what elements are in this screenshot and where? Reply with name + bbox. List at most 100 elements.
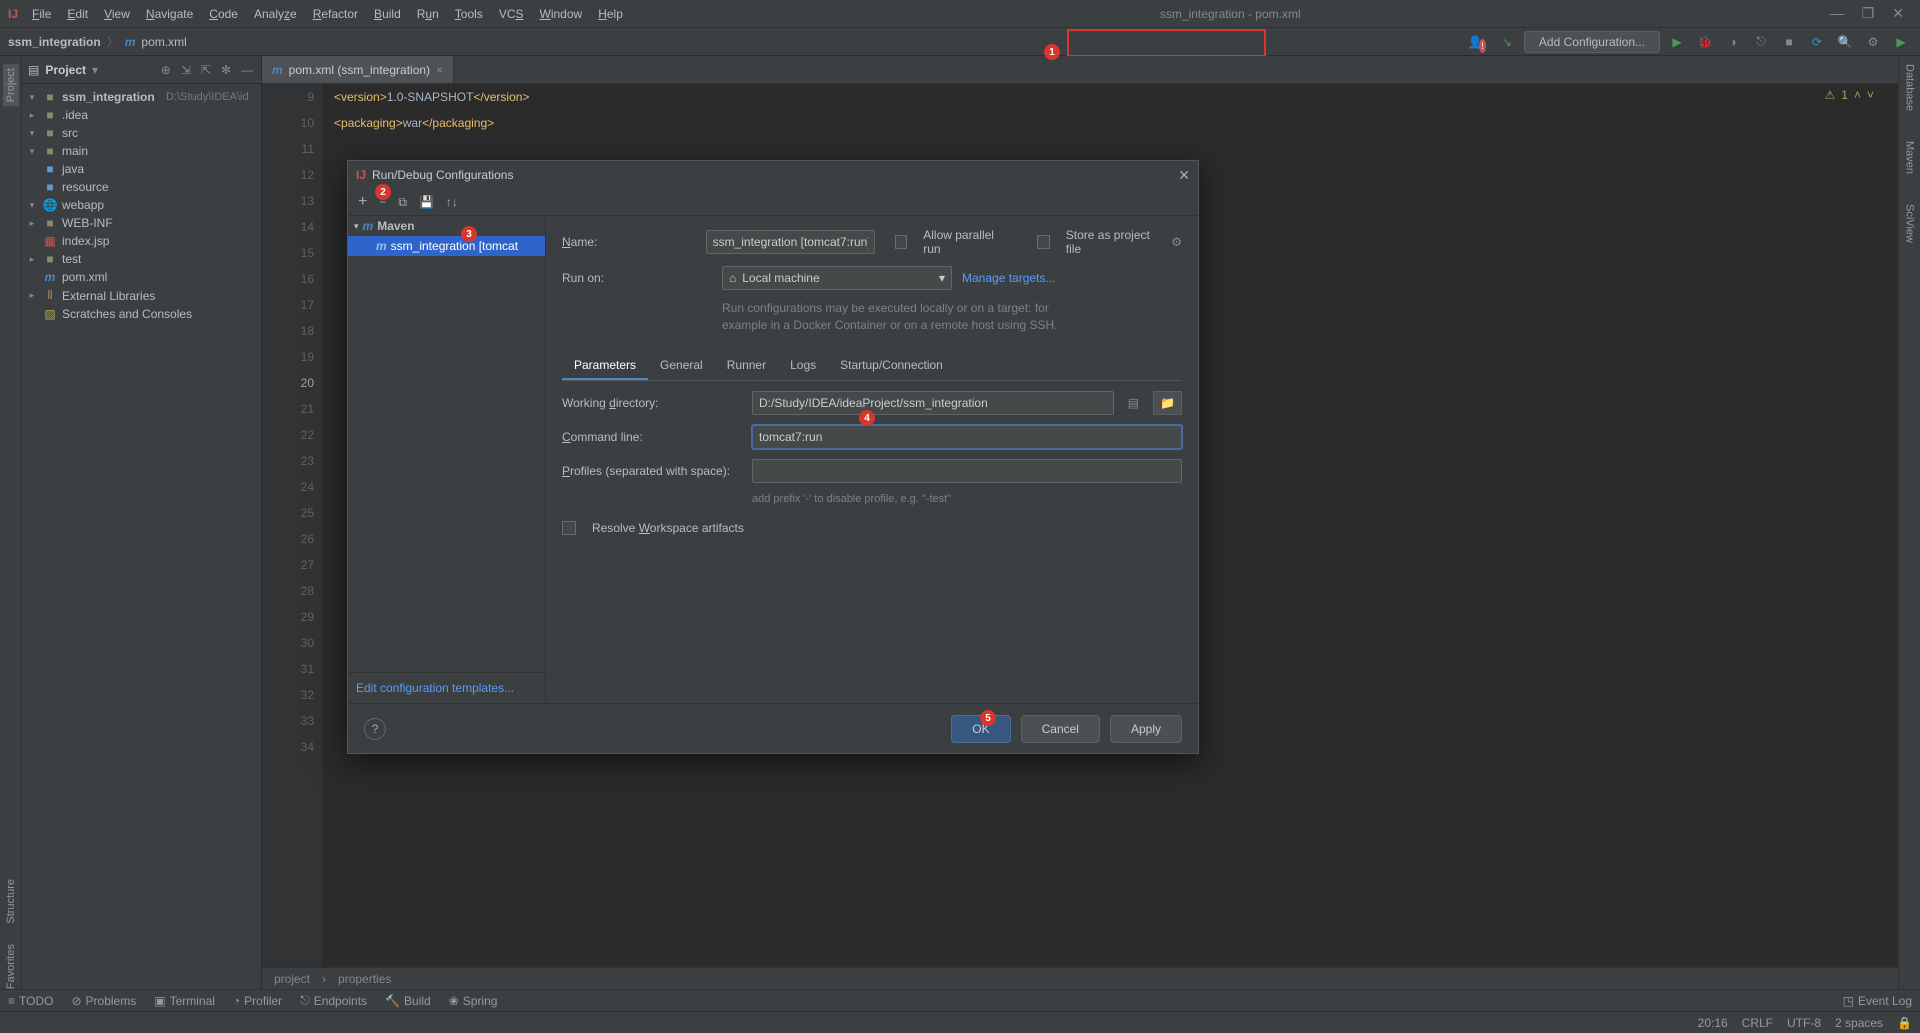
conf-item-selected[interactable]: mssm_integration [tomcat [348,236,545,256]
command-line-input[interactable] [752,425,1182,449]
help-icon[interactable]: ? [364,718,386,740]
execute-icon[interactable]: ▶ [1890,31,1912,53]
tree-root[interactable]: ▾■ssm_integration D:\Study\IDEA\id [22,88,261,106]
tree-java[interactable]: ■java [22,160,261,178]
coverage-icon[interactable]: ◑ [1722,31,1744,53]
menu-refactor[interactable]: Refactor [305,3,366,25]
menu-file[interactable]: File [24,3,59,25]
tool-sciview[interactable]: SciView [1904,204,1916,243]
run-icon[interactable]: ▶ [1666,31,1688,53]
chevron-down-icon[interactable]: ˅ [1867,88,1874,102]
stop-icon[interactable]: ■ [1778,31,1800,53]
tree-webapp[interactable]: ▾🌐webapp [22,196,261,214]
locate-icon[interactable]: ⊕ [159,61,173,79]
minimize-icon[interactable]: ― [1830,5,1844,22]
tree-main[interactable]: ▾■main [22,142,261,160]
tree-scratches[interactable]: ▧Scratches and Consoles [22,305,261,323]
manage-targets-link[interactable]: Manage targets... [962,271,1055,285]
run-on-select[interactable]: ⌂Local machine▾ [722,266,952,290]
allow-parallel-checkbox[interactable] [895,235,908,249]
tab-logs[interactable]: Logs [778,352,828,380]
tab-startup[interactable]: Startup/Connection [828,352,955,380]
maximize-icon[interactable]: ❐ [1862,5,1875,22]
bt-terminal[interactable]: ▣ Terminal [154,994,215,1008]
apply-button[interactable]: Apply [1110,715,1182,743]
tree-pom[interactable]: mpom.xml [22,268,261,286]
folder-browse-icon[interactable]: 📁 [1153,391,1182,415]
dialog-close-icon[interactable]: ✕ [1178,167,1190,184]
bt-eventlog[interactable]: ◳ Event Log [1843,994,1912,1008]
status-crlf[interactable]: CRLF [1742,1016,1773,1030]
close-tab-icon[interactable]: × [436,63,443,77]
profiles-input[interactable] [752,459,1182,483]
tab-runner[interactable]: Runner [715,352,778,380]
tree-src[interactable]: ▾■src [22,124,261,142]
tool-maven[interactable]: Maven [1904,141,1916,174]
tab-parameters[interactable]: Parameters [562,352,648,380]
breadcrumb-file[interactable]: pom.xml [141,35,186,49]
menu-tools[interactable]: Tools [447,3,491,25]
expand-icon[interactable]: ⇲ [179,61,193,79]
editor-tab-pom[interactable]: m pom.xml (ssm_integration) × [262,56,454,83]
menu-view[interactable]: View [96,3,138,25]
gear-icon[interactable]: ⚙ [1171,235,1182,249]
bt-build[interactable]: 🔨 Build [385,994,431,1008]
tree-idea[interactable]: ▸■.idea [22,106,261,124]
tree-webinf[interactable]: ▸■WEB-INF [22,214,261,232]
hide-icon[interactable]: ― [239,61,255,79]
project-panel-title[interactable]: Project [45,63,86,77]
editor-warnings[interactable]: ⚠1 ˄ ˅ [1825,88,1874,102]
tree-test[interactable]: ▸■test [22,250,261,268]
tree-external-libs[interactable]: ▸⫴External Libraries [22,286,261,305]
save-config-icon[interactable]: 💾 [417,193,436,211]
xml-crumb-2[interactable]: properties [338,972,391,986]
debug-icon[interactable]: 🐞 [1694,31,1716,53]
menu-vcs[interactable]: VCS [491,3,532,25]
status-indent[interactable]: 2 spaces [1835,1016,1883,1030]
close-icon[interactable]: ✕ [1892,5,1904,22]
breadcrumb-project[interactable]: ssm_integration [8,35,101,49]
menu-help[interactable]: Help [590,3,631,25]
bt-profiler[interactable]: ◔ Profiler [233,994,282,1008]
tree-resource[interactable]: ■resource [22,178,261,196]
tab-general[interactable]: General [648,352,715,380]
working-dir-input[interactable] [752,391,1114,415]
bt-problems[interactable]: ⊘ Problems [71,994,136,1008]
settings-icon[interactable]: ⚙ [1862,31,1884,53]
status-pos[interactable]: 20:16 [1698,1016,1728,1030]
conf-maven-group[interactable]: ▾mMaven [348,216,545,236]
user-icon[interactable]: 👤! [1468,31,1490,53]
store-project-checkbox[interactable] [1037,235,1050,249]
move-up-icon[interactable]: ↑↓ [444,193,460,211]
bt-endpoints[interactable]: ⎋ Endpoints [300,993,367,1008]
tree-indexjsp[interactable]: ▦index.jsp [22,232,261,250]
menu-code[interactable]: Code [201,3,246,25]
menu-window[interactable]: Window [532,3,591,25]
tool-project[interactable]: Project [3,64,19,106]
hammer-build-icon[interactable]: ↘ [1496,31,1518,53]
menu-navigate[interactable]: Navigate [138,3,201,25]
menu-build[interactable]: Build [366,3,409,25]
tool-structure[interactable]: Structure [5,879,17,924]
resolve-workspace-checkbox[interactable] [562,521,576,535]
gear-icon[interactable]: ✻ [219,61,233,79]
name-input[interactable] [706,230,875,254]
collapse-icon[interactable]: ⇱ [199,61,213,79]
tool-favorites[interactable]: Favorites [5,944,17,989]
bt-todo[interactable]: ≡ TODO [8,994,53,1008]
search-icon[interactable]: 🔍 [1834,31,1856,53]
tool-database[interactable]: Database [1904,64,1916,111]
chevron-up-icon[interactable]: ˄ [1854,88,1861,102]
menu-edit[interactable]: Edit [59,3,96,25]
attach-icon[interactable]: ⎋ [1750,31,1772,53]
folder-icon[interactable]: ▤ [1124,392,1143,414]
update-icon[interactable]: ⟳ [1806,31,1828,53]
add-config-icon[interactable]: + [356,191,369,213]
status-lock-icon[interactable]: 🔒 [1897,1016,1912,1030]
edit-templates-link[interactable]: Edit configuration templates... [348,672,545,703]
add-configuration-button[interactable]: Add Configuration... [1524,31,1660,53]
copy-config-icon[interactable]: ⧉ [396,193,409,212]
project-tree[interactable]: ▾■ssm_integration D:\Study\IDEA\id ▸■.id… [22,84,261,989]
xml-crumb-1[interactable]: project [274,972,310,986]
bt-spring[interactable]: ❀ Spring [449,994,498,1008]
